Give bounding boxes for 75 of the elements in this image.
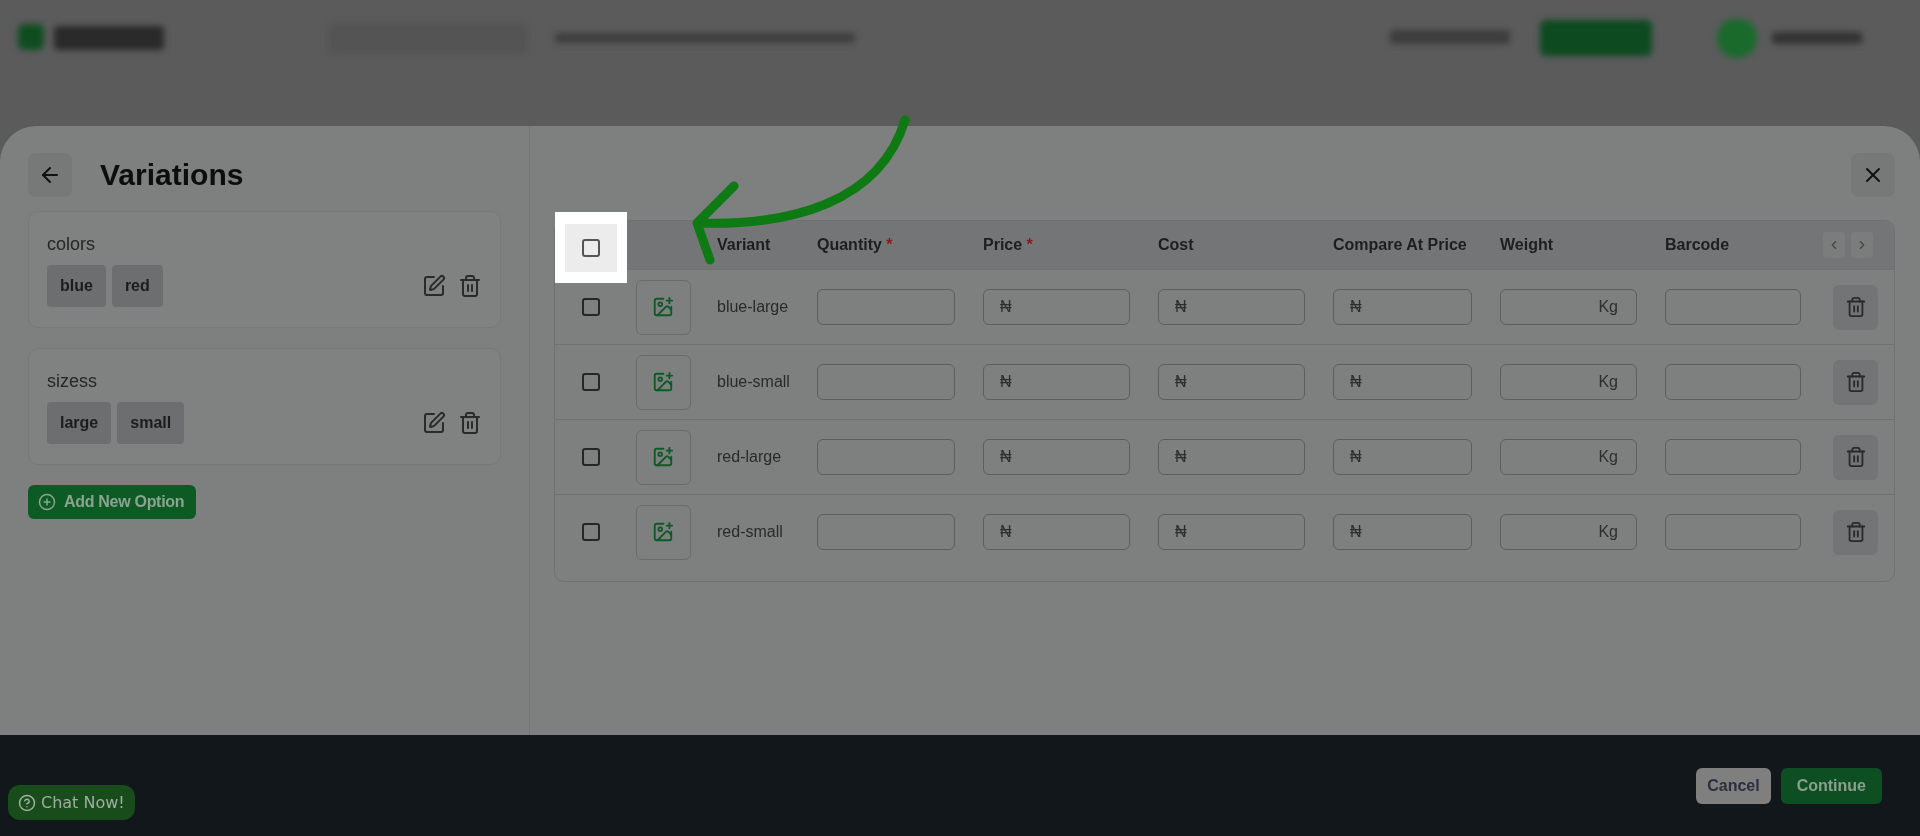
image-plus-icon [652, 521, 674, 543]
input-field[interactable]: ₦ [1333, 439, 1472, 475]
row-checkbox[interactable] [582, 298, 600, 316]
trash-icon [1844, 446, 1867, 468]
variant-name: red-large [717, 448, 782, 466]
option-name: colors [47, 234, 96, 255]
input-field[interactable] [817, 439, 955, 475]
add-image-button[interactable] [635, 279, 691, 335]
column-header: Variant [717, 236, 771, 254]
column-header: Weight [1500, 236, 1554, 254]
input-field[interactable]: ₦ [1158, 289, 1305, 325]
delete-row-button[interactable] [1833, 284, 1878, 330]
trash-icon [1844, 371, 1867, 393]
chat-button[interactable]: Chat Now! [8, 785, 135, 820]
continue-button[interactable]: Continue [1780, 767, 1882, 804]
trash-icon [1844, 521, 1867, 543]
trash-icon[interactable] [458, 274, 482, 298]
variant-name: red-small [717, 523, 783, 541]
column-header: Cost [1158, 236, 1194, 254]
input-field[interactable]: Kg [1500, 439, 1637, 475]
image-plus-icon [652, 446, 674, 468]
delete-row-button[interactable] [1833, 509, 1878, 555]
delete-row-button[interactable] [1833, 434, 1878, 480]
option-value-tag: blue [47, 265, 106, 307]
input-field[interactable]: ₦ [983, 514, 1130, 550]
trash-icon [1844, 296, 1867, 318]
input-field[interactable]: ₦ [1333, 289, 1472, 325]
input-field[interactable]: ₦ [1158, 439, 1305, 475]
dialog-title: Variations [100, 158, 244, 192]
input-field[interactable]: ₦ [1158, 514, 1305, 550]
image-plus-icon [652, 371, 674, 393]
input-field[interactable] [1665, 514, 1801, 550]
row-checkbox[interactable] [582, 373, 600, 391]
input-field[interactable]: ₦ [1333, 514, 1472, 550]
input-field[interactable] [1665, 289, 1801, 325]
close-button[interactable] [1851, 153, 1895, 197]
column-header: Quantity * [817, 236, 893, 254]
column-header: Price * [983, 236, 1033, 254]
column-header: Compare At Price [1333, 236, 1467, 254]
help-icon [18, 793, 36, 812]
edit-icon[interactable] [422, 274, 446, 298]
input-field[interactable]: Kg [1500, 289, 1637, 325]
input-field[interactable]: ₦ [983, 289, 1130, 325]
add-option-button[interactable]: Add New Option [28, 485, 197, 519]
option-value-tag: small [117, 402, 185, 444]
variant-name: blue-large [717, 298, 789, 316]
add-image-button[interactable] [635, 429, 691, 485]
back-button[interactable] [28, 153, 72, 197]
input-field[interactable] [1665, 364, 1801, 400]
option-value-tag: large [47, 402, 112, 444]
edit-icon[interactable] [422, 411, 446, 435]
input-field[interactable]: Kg [1500, 364, 1637, 400]
input-field[interactable] [1665, 439, 1801, 475]
input-field[interactable] [817, 514, 955, 550]
cancel-button[interactable]: Cancel [1696, 767, 1771, 804]
row-checkbox[interactable] [582, 448, 600, 466]
row-checkbox[interactable] [582, 523, 600, 541]
trash-icon[interactable] [458, 411, 482, 435]
input-field[interactable]: ₦ [983, 439, 1130, 475]
add-image-button[interactable] [635, 354, 691, 410]
add-image-button[interactable] [635, 504, 691, 560]
image-plus-icon [652, 296, 674, 318]
input-field[interactable]: ₦ [983, 364, 1130, 400]
input-field[interactable] [817, 364, 955, 400]
option-name: sizess [47, 371, 98, 392]
delete-row-button[interactable] [1833, 359, 1878, 405]
select-all-checkbox[interactable] [582, 238, 600, 257]
column-header: Barcode [1665, 236, 1730, 254]
variant-name: blue-small [717, 373, 790, 391]
input-field[interactable] [817, 289, 955, 325]
option-value-tag: red [111, 265, 163, 307]
input-field[interactable]: ₦ [1333, 364, 1472, 400]
input-field[interactable]: ₦ [1158, 364, 1305, 400]
input-field[interactable]: Kg [1500, 514, 1637, 550]
plus-circle-icon [38, 493, 56, 511]
